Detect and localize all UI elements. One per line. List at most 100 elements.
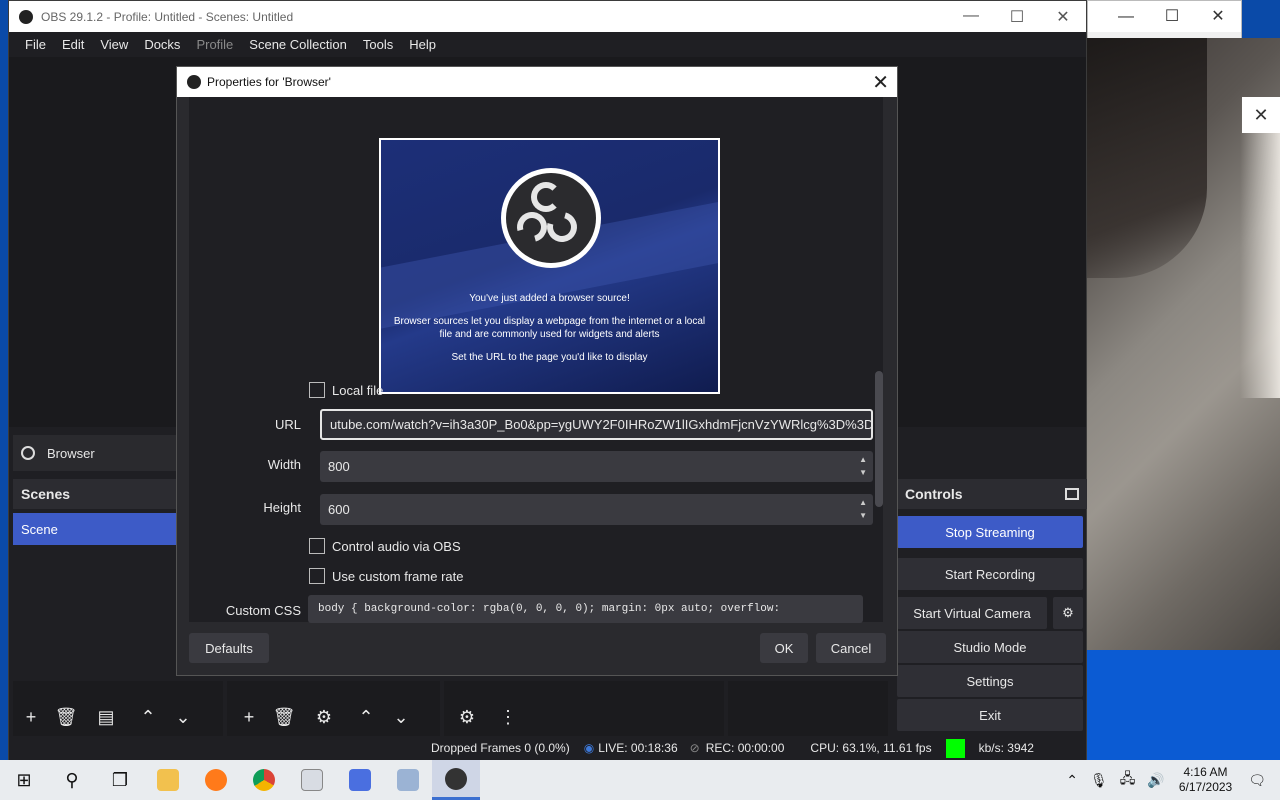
controls-header: Controls	[897, 479, 1087, 509]
studio-mode-button[interactable]: Studio Mode	[897, 631, 1083, 663]
control-audio-label: Control audio via OBS	[332, 539, 461, 554]
obs-logo-icon	[19, 9, 33, 24]
preview-instruction: Set the URL to the page you'd like to di…	[451, 352, 648, 363]
control-audio-checkbox[interactable]	[309, 538, 325, 554]
recording-icon: ⊘	[689, 741, 700, 755]
url-label: URL	[274, 417, 301, 432]
local-file-checkbox[interactable]	[309, 382, 325, 398]
move-scene-up-button[interactable]: ⌃	[134, 703, 162, 731]
menu-file[interactable]: File	[17, 37, 54, 52]
mixer-toolbar	[444, 681, 724, 739]
menu-help[interactable]: Help	[401, 37, 444, 52]
mixer-menu-button[interactable]: ⋮	[494, 703, 522, 731]
start-recording-button[interactable]: Start Recording	[897, 558, 1083, 590]
height-value: 600	[328, 502, 350, 517]
bitrate: kb/s: 3942	[978, 741, 1034, 755]
desktop-background	[1087, 650, 1280, 760]
remote-desktop-icon[interactable]	[384, 760, 432, 800]
firefox-icon[interactable]	[192, 760, 240, 800]
menu-scene-collection[interactable]: Scene Collection	[241, 37, 355, 52]
system-tray: ⌃ 🎙 🖧 🔊 4:16 AM 6/17/2023 🗨	[1060, 765, 1280, 795]
close-icon[interactable]: ✕	[1040, 7, 1086, 27]
dropped-frames: Dropped Frames 0 (0.0%)	[431, 741, 570, 755]
width-spinbox[interactable]: 800 ▲ ▼	[320, 451, 873, 482]
transitions-panel	[728, 681, 888, 739]
url-input[interactable]: utube.com/watch?v=ih3a30P_Bo0&pp=ygUWY2F…	[320, 409, 873, 440]
move-scene-down-button[interactable]: ⌄	[169, 703, 197, 731]
preview-description: Browser sources let you display a webpag…	[393, 316, 706, 340]
obs-logo-icon	[187, 75, 201, 89]
properties-scrollbar[interactable]	[875, 371, 883, 507]
notifications-icon[interactable]: 🗨	[1248, 772, 1266, 789]
clock-date: 6/17/2023	[1178, 780, 1233, 794]
maximize-icon[interactable]: ☐	[1149, 1, 1195, 32]
defaults-button[interactable]: Defaults	[189, 633, 269, 663]
spin-arrows-icon[interactable]: ▲ ▼	[859, 453, 867, 479]
file-explorer-icon[interactable]	[144, 760, 192, 800]
height-spinbox[interactable]: 600 ▲ ▼	[320, 494, 873, 525]
photo-hair	[1087, 38, 1207, 278]
preview-heading: You've just added a browser source!	[469, 293, 630, 304]
custom-css-textarea[interactable]: body { background-color: rgba(0, 0, 0, 0…	[308, 595, 863, 623]
stop-streaming-button[interactable]: Stop Streaming	[897, 516, 1083, 548]
custom-frame-rate-checkbox[interactable]	[309, 568, 325, 584]
chrome-icon[interactable]	[240, 760, 288, 800]
spin-arrows-icon[interactable]: ▲ ▼	[859, 496, 867, 522]
menu-bar: File Edit View Docks Profile Scene Colle…	[9, 32, 1086, 56]
browser-source-preview: You've just added a browser source! Brow…	[379, 138, 720, 394]
settings-button[interactable]: Settings	[897, 665, 1083, 697]
search-icon[interactable]: ⚲	[48, 760, 96, 800]
live-timer: LIVE: 00:18:36	[598, 741, 678, 755]
task-view-icon[interactable]: ❐	[96, 760, 144, 800]
ok-button[interactable]: OK	[760, 633, 808, 663]
status-bar: Dropped Frames 0 (0.0%) ◉ LIVE: 00:18:36…	[9, 736, 1086, 760]
source-properties-button[interactable]: ⚙	[310, 703, 338, 731]
network-icon[interactable]: 🖧	[1120, 768, 1136, 792]
obs-taskbar-icon[interactable]	[432, 760, 480, 800]
menu-docks[interactable]: Docks	[136, 37, 188, 52]
remove-scene-button[interactable]: 🗑	[52, 703, 80, 731]
remove-source-button[interactable]: 🗑	[270, 703, 298, 731]
width-label: Width	[267, 457, 301, 472]
minimize-icon[interactable]: —	[948, 7, 994, 27]
close-icon[interactable]: ✕	[1195, 1, 1241, 32]
live-broadcast-icon: ◉	[583, 741, 595, 755]
notification-close-icon[interactable]: ✕	[1242, 97, 1280, 133]
local-file-label: Local file	[332, 383, 384, 398]
menu-tools[interactable]: Tools	[355, 37, 401, 52]
cpu-usage: CPU: 63.1%, 11.61 fps	[810, 741, 932, 755]
add-scene-button[interactable]: +	[17, 703, 45, 731]
undock-icon[interactable]	[1065, 488, 1079, 500]
taskbar: ⊞ ⚲ ❐ ⌃ 🎙 🖧 🔊 4:16 AM 6/17/2023 🗨	[0, 760, 1280, 800]
menu-profile[interactable]: Profile	[188, 37, 241, 52]
cancel-button[interactable]: Cancel	[816, 633, 886, 663]
move-source-down-button[interactable]: ⌄	[387, 703, 415, 731]
scene-filters-button[interactable]: ▤	[92, 703, 120, 731]
microphone-icon[interactable]: 🎙	[1090, 772, 1108, 789]
source-context-bar[interactable]: Browser	[13, 435, 181, 471]
menu-edit[interactable]: Edit	[54, 37, 92, 52]
rec-timer: REC: 00:00:00	[705, 741, 785, 755]
exit-button[interactable]: Exit	[897, 699, 1083, 731]
video-editor-icon[interactable]	[336, 760, 384, 800]
width-value: 800	[328, 459, 350, 474]
menu-view[interactable]: View	[92, 37, 136, 52]
custom-css-label: Custom CSS	[225, 603, 301, 618]
clock[interactable]: 4:16 AM 6/17/2023	[1179, 765, 1232, 795]
height-label: Height	[263, 500, 301, 515]
maximize-icon[interactable]: ☐	[994, 7, 1040, 27]
add-source-button[interactable]: +	[235, 703, 263, 731]
volume-icon[interactable]: 🔊	[1147, 772, 1164, 789]
start-virtual-camera-button[interactable]: Start Virtual Camera	[897, 597, 1047, 629]
scene-item[interactable]: Scene	[13, 513, 177, 545]
chevron-up-icon[interactable]: ⌃	[1066, 772, 1078, 789]
minimize-icon[interactable]: —	[1103, 1, 1149, 32]
stream-health-indicator	[945, 738, 965, 758]
obs-window-title: OBS 29.1.2 - Profile: Untitled - Scenes:…	[41, 9, 294, 24]
start-windows-icon[interactable]: ⊞	[0, 760, 48, 800]
virtual-camera-gear-icon[interactable]: ⚙	[1053, 597, 1083, 629]
move-source-up-button[interactable]: ⌃	[352, 703, 380, 731]
dialog-close-icon[interactable]: ✕	[872, 70, 889, 95]
audio-settings-button[interactable]: ⚙	[453, 703, 481, 731]
cube-app-icon[interactable]	[288, 760, 336, 800]
